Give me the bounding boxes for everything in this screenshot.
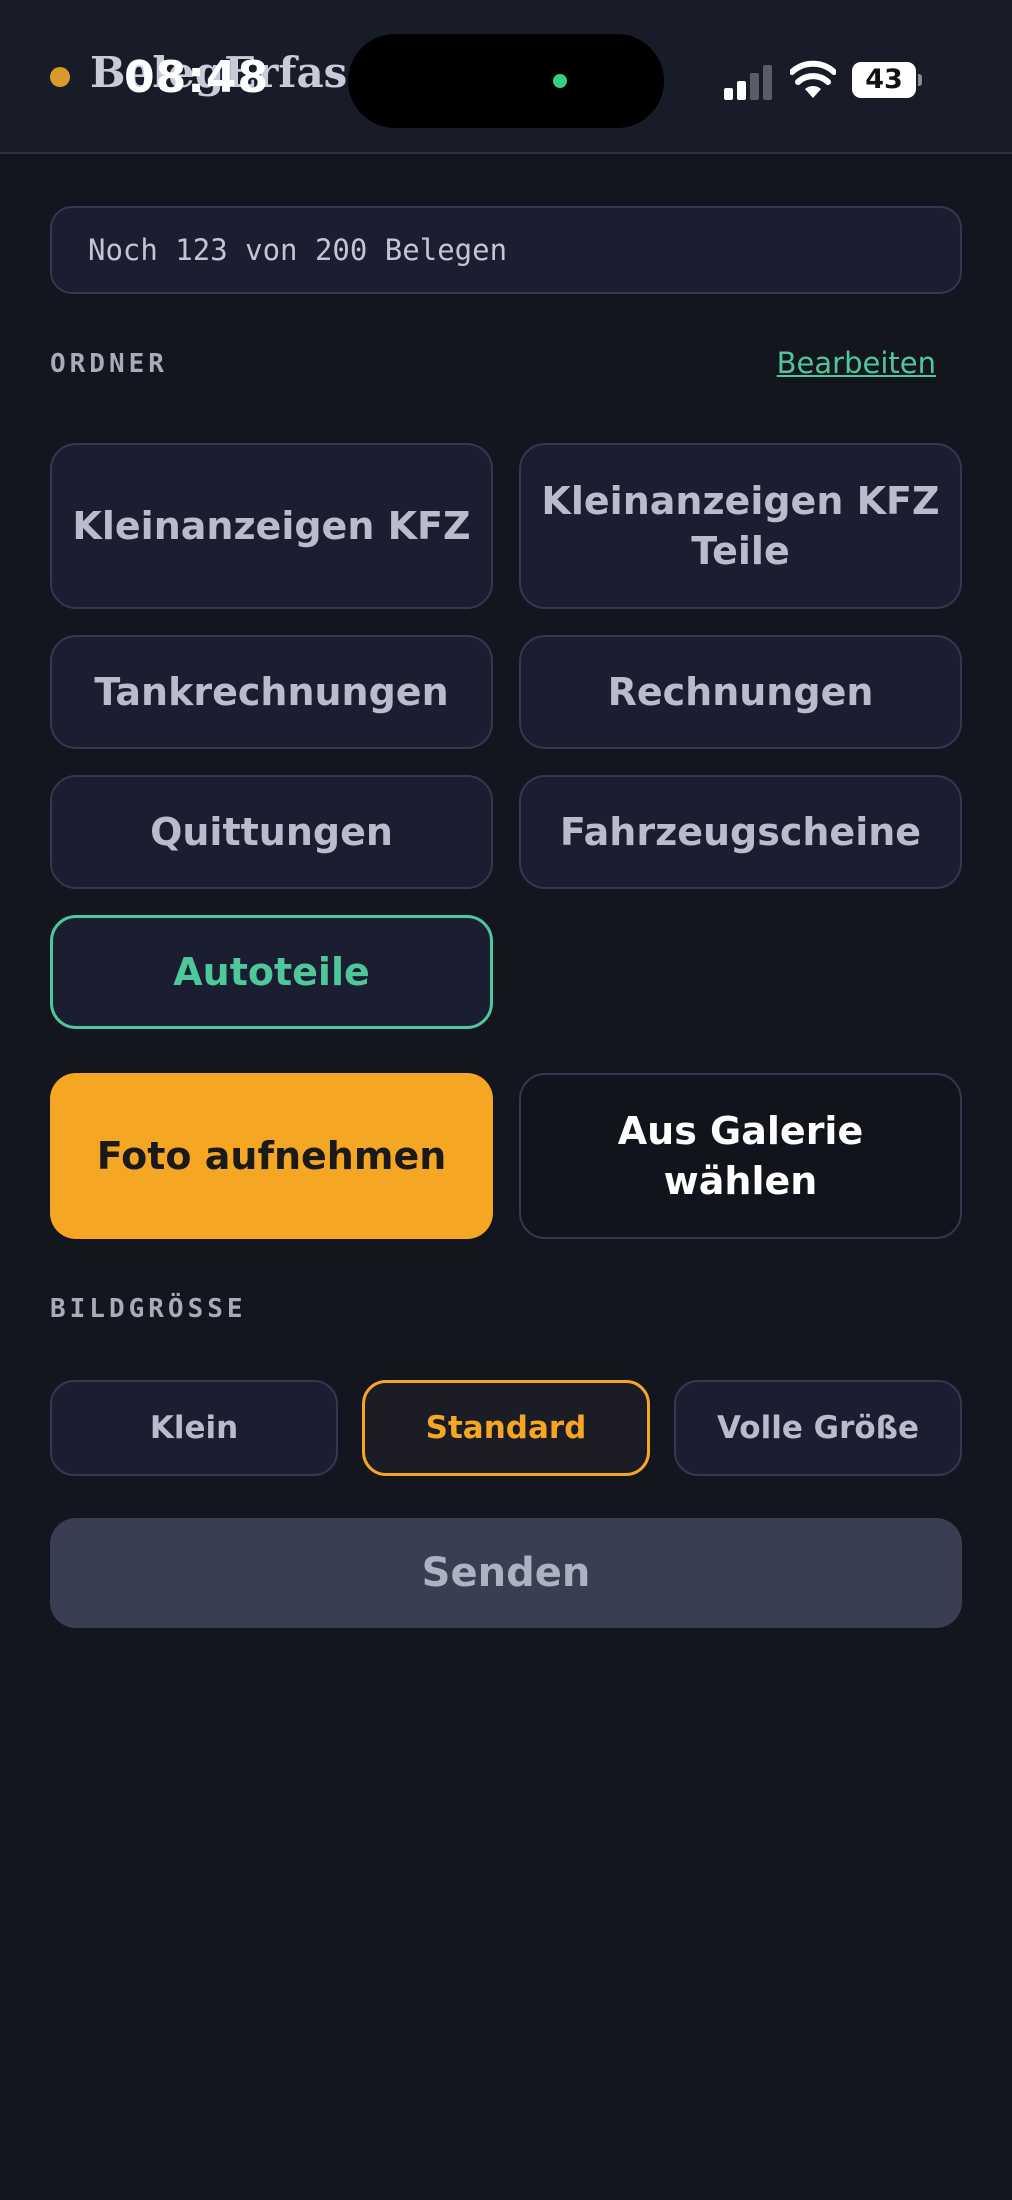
folder-button[interactable]: Quittungen — [50, 775, 493, 889]
wifi-icon — [790, 60, 836, 98]
folder-button[interactable]: Rechnungen — [519, 635, 962, 749]
take-photo-button[interactable]: Foto aufnehmen — [50, 1073, 493, 1239]
image-size-section-label: BILDGRÖSSE — [50, 1294, 247, 1324]
status-dot — [50, 67, 70, 87]
cellular-signal-icon — [724, 64, 776, 100]
folders-section-label: ORDNER — [50, 349, 168, 379]
folder-button[interactable]: Kleinanzeigen KFZ — [50, 443, 493, 609]
battery-icon: 43 — [852, 62, 916, 98]
send-button[interactable]: Senden — [50, 1518, 962, 1628]
quota-indicator: Noch 123 von 200 Belegen — [50, 206, 962, 294]
folder-button[interactable]: Tankrechnungen — [50, 635, 493, 749]
app-header: BelegErfass 08:48 43 — [0, 0, 1012, 154]
folder-button[interactable]: Kleinanzeigen KFZ Teile — [519, 443, 962, 609]
signal-bar — [750, 73, 759, 100]
image-size-option[interactable]: Standard — [362, 1380, 650, 1476]
folder-button[interactable]: Fahrzeugscheine — [519, 775, 962, 889]
folder-button[interactable]: Autoteile — [50, 915, 493, 1029]
capture-actions: Foto aufnehmen Aus Galerie wählen — [50, 1073, 962, 1239]
battery-cap — [918, 74, 922, 86]
camera-indicator-dot — [553, 74, 567, 88]
signal-bar — [724, 88, 733, 100]
folder-grid: Kleinanzeigen KFZ Kleinanzeigen KFZ Teil… — [50, 443, 962, 1029]
image-size-option[interactable]: Klein — [50, 1380, 338, 1476]
status-bar-clock: 08:48 — [124, 52, 270, 103]
signal-bar — [737, 81, 746, 100]
image-size-options: Klein Standard Volle Größe — [50, 1380, 962, 1476]
signal-bar — [763, 65, 772, 100]
choose-from-gallery-button[interactable]: Aus Galerie wählen — [519, 1073, 962, 1239]
edit-folders-link[interactable]: Bearbeiten — [777, 346, 936, 380]
dynamic-island — [348, 34, 664, 128]
image-size-option[interactable]: Volle Größe — [674, 1380, 962, 1476]
